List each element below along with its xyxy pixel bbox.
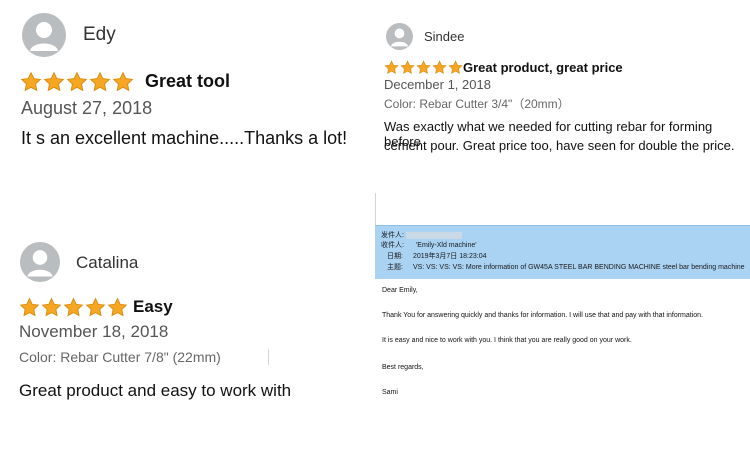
review-date: December 1, 2018 <box>384 77 491 92</box>
date-label: 日期: <box>387 253 403 260</box>
redacted-sender <box>405 231 462 239</box>
user-icon <box>30 22 58 51</box>
review-variant[interactable]: Color: Rebar Cutter 7/8" (22mm) <box>19 349 221 365</box>
star-icon <box>19 297 40 317</box>
star-rating <box>384 60 463 75</box>
divider <box>375 193 376 225</box>
star-icon <box>448 60 463 74</box>
star-icon <box>89 71 111 92</box>
review-text: Great product and easy to work with <box>19 381 292 400</box>
email-message: 发件人: 收件人: 'Emily-Xld machine' 日期: 2019年3月7… <box>375 193 750 450</box>
star-icon <box>107 297 128 317</box>
review-headline[interactable]: Easy <box>133 297 173 317</box>
email-paragraph: Thank You for answering quickly and than… <box>382 312 704 319</box>
star-icon <box>41 297 62 317</box>
star-icon <box>63 297 84 317</box>
reviewer-name[interactable]: Edy <box>83 24 116 46</box>
divider <box>268 349 269 365</box>
email-date-row: 日期: 2019年3月7日 18:23:04 <box>387 251 487 261</box>
email-header: 发件人: 收件人: 'Emily-Xld machine' 日期: 2019年3月7… <box>375 225 750 279</box>
star-icon <box>43 71 65 92</box>
review-date: August 27, 2018 <box>21 98 153 118</box>
star-icon <box>400 60 415 74</box>
star-rating <box>19 297 128 318</box>
email-subject-row: 主题: VS: VS: VS: VS: More information of G… <box>387 262 745 272</box>
reviewer-name[interactable]: Catalina <box>76 253 138 273</box>
review-text-line-2: cement pour. Great price too, have seen … <box>384 138 735 153</box>
from-label: 发件人: <box>381 232 404 239</box>
star-icon <box>384 60 399 74</box>
email-to-row: 收件人: 'Emily-Xld machine' <box>381 240 477 250</box>
reviewer-name[interactable]: Sindee <box>424 29 464 44</box>
date-value: 2019年3月7日 18:23:04 <box>412 253 487 260</box>
avatar[interactable] <box>20 242 60 282</box>
email-paragraph: It is easy and nice to work with you. I … <box>382 337 632 344</box>
email-signature: Sami <box>382 389 398 396</box>
to-value[interactable]: 'Emily-Xld machine' <box>416 242 477 249</box>
star-icon <box>112 71 134 92</box>
email-from-row: 发件人: <box>381 230 462 240</box>
to-label: 收件人: <box>381 242 404 249</box>
avatar[interactable] <box>22 13 66 57</box>
review-text: It s an excellent machine.....Thanks a l… <box>21 128 348 148</box>
avatar[interactable] <box>386 23 413 50</box>
star-icon <box>416 60 431 74</box>
user-icon <box>390 28 409 47</box>
review-variant[interactable]: Color: Rebar Cutter 3/4"（20mm） <box>384 95 570 112</box>
email-greeting: Dear Emily, <box>382 287 418 294</box>
star-rating <box>20 71 134 93</box>
review-headline[interactable]: Great tool <box>145 71 230 92</box>
star-icon <box>20 71 42 92</box>
review-headline[interactable]: Great product, great price <box>463 60 623 75</box>
star-icon <box>66 71 88 92</box>
review-date: November 18, 2018 <box>19 322 169 341</box>
star-icon <box>85 297 106 317</box>
star-icon <box>432 60 447 74</box>
email-closing: Best regards, <box>382 364 424 371</box>
user-icon <box>27 250 53 277</box>
subject-label: 主题: <box>387 264 403 271</box>
subject-value[interactable]: VS: VS: VS: VS: More information of GW45… <box>413 264 745 271</box>
